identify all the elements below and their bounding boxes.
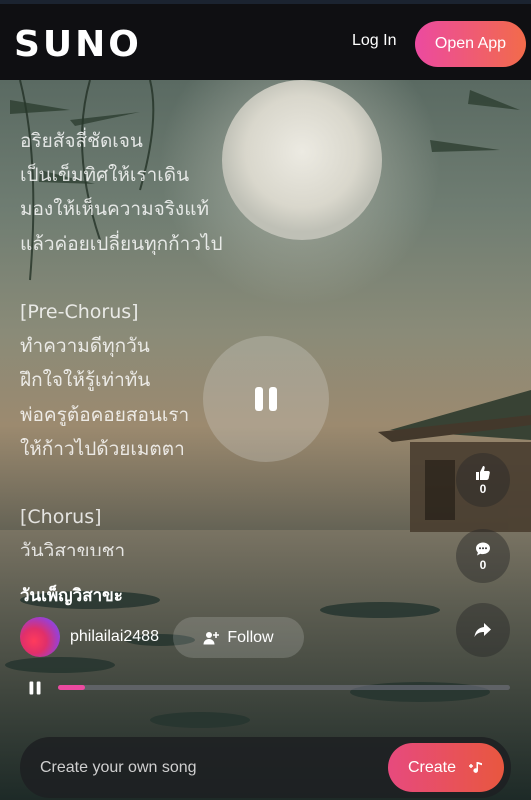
like-icon: [476, 465, 490, 480]
like-count: 0: [479, 481, 487, 496]
music-note-icon: [469, 761, 483, 773]
lyric-line: [Pre-Chorus]: [20, 300, 139, 323]
create-song-input[interactable]: [40, 737, 360, 798]
lyric-line: [20, 466, 320, 500]
lyric-line: เป็นเข็มทิศให้เราเดิน: [20, 164, 190, 187]
create-bar: Create: [20, 737, 511, 798]
create-label: Create: [407, 758, 457, 776]
lyric-line: [Chorus]: [20, 506, 102, 529]
follow-button[interactable]: Follow: [173, 617, 304, 658]
song-title[interactable]: วันเพ็ญวิสาขะ: [20, 582, 123, 609]
username[interactable]: philailai2488: [70, 628, 159, 646]
follow-label: Follow: [227, 628, 274, 646]
mini-pause-button[interactable]: [26, 679, 44, 697]
pause-icon: [255, 387, 277, 411]
progress-fill: [58, 685, 86, 690]
comment-count: 0: [479, 557, 487, 572]
song-visual: อริยสัจสี่ชัดเจน เป็นเข็มทิศให้เราเดิน ม…: [0, 80, 531, 800]
like-button[interactable]: 0: [456, 453, 510, 507]
comment-button[interactable]: 0: [456, 529, 510, 583]
login-link[interactable]: Log In: [352, 32, 396, 50]
add-user-icon: [203, 631, 220, 644]
pause-icon: [29, 681, 41, 695]
open-app-button[interactable]: Open App: [415, 21, 526, 67]
lyric-line: อริยสัจสี่ชัดเจน: [20, 130, 143, 152]
suno-logo[interactable]: SUNO: [14, 24, 142, 65]
share-button[interactable]: [456, 603, 510, 657]
lyric-line: มองให้เห็นความจริงแท้: [20, 198, 209, 221]
comment-icon: [476, 542, 490, 555]
lyric-line: แล้วค่อยเปลี่ยนทุกก้าวไป: [20, 232, 223, 255]
top-bar: SUNO Log In Open App: [0, 0, 531, 80]
avatar[interactable]: [20, 617, 60, 657]
share-icon: [474, 623, 491, 637]
lyric-line: [20, 261, 320, 295]
create-button[interactable]: Create: [388, 743, 504, 792]
lyric-line: วันวิสาขบูชา: [20, 540, 126, 556]
progress-bar[interactable]: [58, 685, 510, 690]
pause-button[interactable]: [203, 336, 329, 462]
